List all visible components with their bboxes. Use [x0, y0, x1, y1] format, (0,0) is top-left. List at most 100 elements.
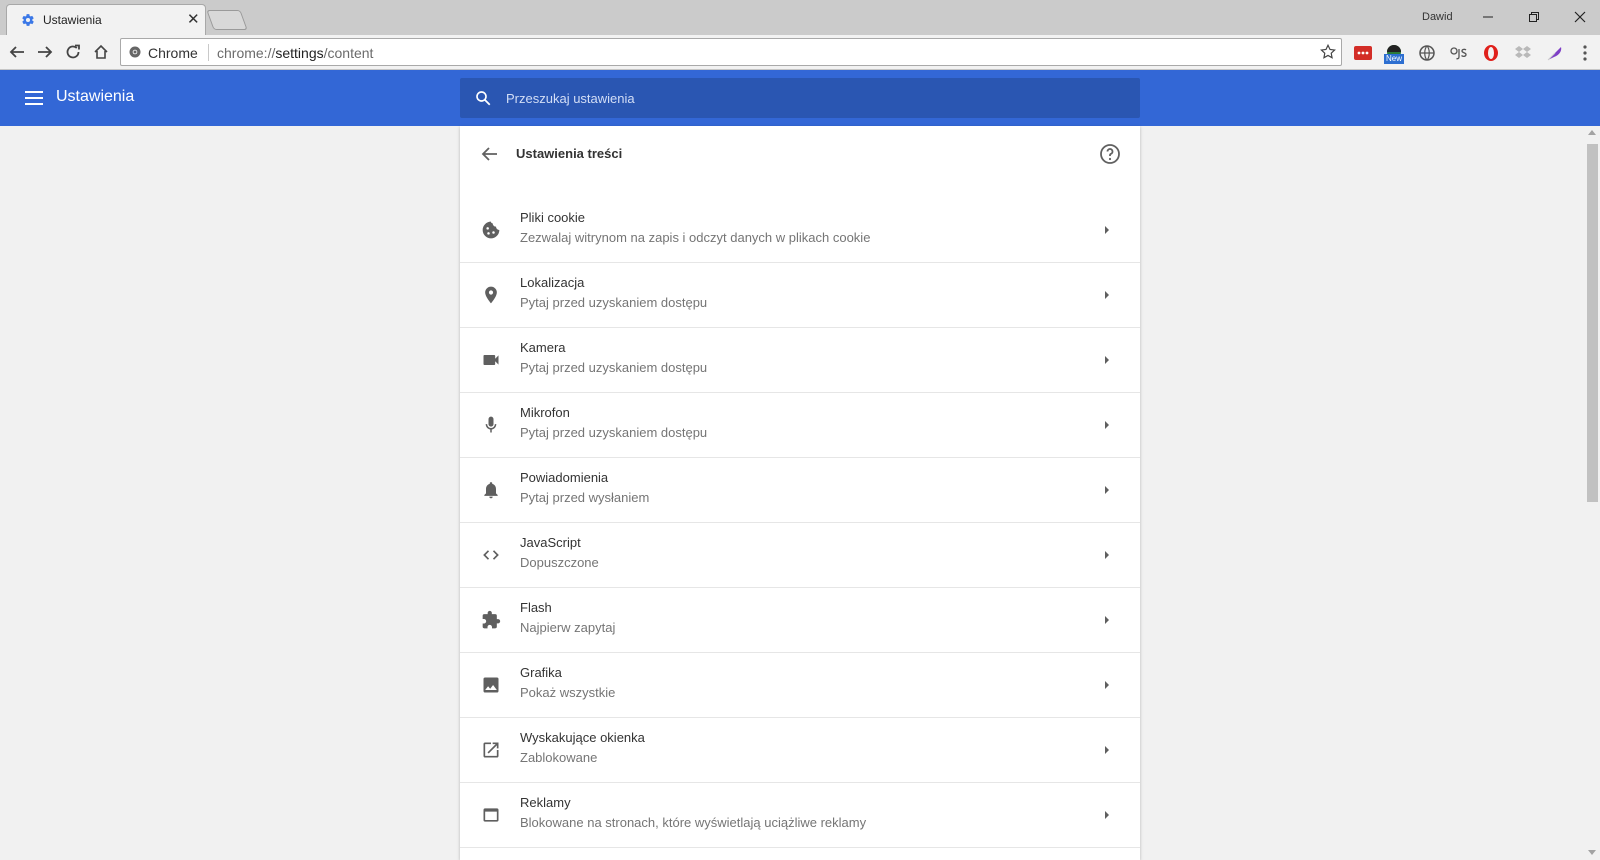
- arrow-right-icon: [1105, 421, 1109, 429]
- reload-button[interactable]: [62, 41, 84, 63]
- home-button[interactable]: [90, 41, 112, 63]
- settings-item-label: Flash: [520, 600, 552, 615]
- bookmark-star-icon[interactable]: [1319, 43, 1337, 61]
- lastpass-icon: [1354, 46, 1372, 60]
- reload-icon: [66, 44, 80, 59]
- extension-feather[interactable]: [1544, 42, 1566, 64]
- feather-icon: [1547, 47, 1562, 61]
- puzzle-icon: [480, 609, 502, 631]
- arrow-right-icon: [1105, 681, 1109, 689]
- tab-settings[interactable]: Ustawienia ✕: [6, 4, 206, 35]
- dropbox-icon: [1515, 46, 1531, 58]
- settings-header: Ustawienia: [0, 70, 1600, 126]
- back-arrow-icon[interactable]: [478, 142, 502, 166]
- close-window-button[interactable]: [1566, 6, 1594, 28]
- arrow-right-icon: [1105, 616, 1109, 624]
- arrow-right-icon: [38, 46, 53, 58]
- scroll-up-arrow[interactable]: [1588, 130, 1596, 135]
- scroll-thumb[interactable]: [1587, 144, 1598, 502]
- scroll-down-arrow[interactable]: [1588, 850, 1596, 855]
- settings-search[interactable]: [460, 78, 1140, 118]
- extension-web[interactable]: [1416, 42, 1438, 64]
- extension-badge: New: [1384, 54, 1405, 64]
- search-icon: [476, 91, 491, 106]
- url-text[interactable]: chrome://settings/content: [217, 45, 373, 61]
- tab-strip: Ustawienia ✕ Dawid: [0, 0, 1600, 35]
- settings-item-microphone[interactable]: Mikrofon Pytaj przed uzyskaniem dostępu: [460, 393, 1140, 458]
- globe-icon: [1419, 45, 1435, 61]
- settings-item-ads[interactable]: Reklamy Blokowane na stronach, które wyś…: [460, 783, 1140, 848]
- extension-new[interactable]: New: [1383, 42, 1405, 64]
- settings-item-label: JavaScript: [520, 535, 581, 550]
- settings-list: Pliki cookie Zezwalaj witrynom na zapis …: [460, 198, 1140, 848]
- close-icon: [1574, 11, 1586, 23]
- cookie-icon: [480, 219, 502, 241]
- settings-item-images[interactable]: Grafika Pokaż wszystkie: [460, 653, 1140, 718]
- arrow-right-icon: [1105, 486, 1109, 494]
- settings-item-javascript[interactable]: JavaScript Dopuszczone: [460, 523, 1140, 588]
- extension-lastpass[interactable]: [1352, 42, 1374, 64]
- minimize-icon: [1483, 16, 1493, 18]
- extension-js[interactable]: [1448, 42, 1470, 64]
- extension-opera[interactable]: [1480, 42, 1502, 64]
- settings-item-camera[interactable]: Kamera Pytaj przed uzyskaniem dostępu: [460, 328, 1140, 393]
- settings-item-label: Grafika: [520, 665, 562, 680]
- settings-item-value: Pytaj przed wysłaniem: [520, 490, 650, 505]
- hamburger-menu-icon[interactable]: [22, 86, 46, 110]
- forward-button[interactable]: [34, 41, 56, 63]
- settings-item-label: Lokalizacja: [520, 275, 585, 290]
- tab-close-icon[interactable]: ✕: [187, 10, 200, 30]
- js-toggle-icon: [1450, 47, 1467, 60]
- help-icon[interactable]: [1098, 142, 1122, 166]
- new-tab-button[interactable]: [206, 10, 248, 30]
- browser-toolbar: Chrome chrome://settings/content New: [0, 35, 1600, 70]
- back-button[interactable]: [6, 41, 28, 63]
- location-pin-icon: [480, 284, 502, 306]
- open-in-new-icon: [480, 739, 502, 761]
- settings-item-label: Mikrofon: [520, 405, 570, 420]
- settings-item-cookies[interactable]: Pliki cookie Zezwalaj witrynom na zapis …: [460, 198, 1140, 263]
- ads-window-icon: [480, 804, 502, 826]
- arrow-right-icon: [1105, 291, 1109, 299]
- gear-icon: [22, 14, 34, 26]
- microphone-icon: [480, 414, 502, 436]
- settings-item-label: Pliki cookie: [520, 210, 586, 225]
- omnibox-separator: [208, 44, 209, 61]
- more-vert-icon: [1583, 45, 1587, 61]
- card-header: Ustawienia treści: [460, 126, 1140, 182]
- camera-icon: [480, 349, 502, 371]
- settings-item-value: Zezwalaj witrynom na zapis i odczyt dany…: [520, 230, 871, 245]
- settings-item-value: Blokowane na stronach, które wyświetlają…: [520, 815, 867, 830]
- settings-item-popups[interactable]: Wyskakujące okienka Zablokowane: [460, 718, 1140, 783]
- settings-item-location[interactable]: Lokalizacja Pytaj przed uzyskaniem dostę…: [460, 263, 1140, 328]
- search-input[interactable]: [506, 78, 1126, 118]
- bell-icon: [480, 479, 502, 501]
- settings-item-label: Reklamy: [520, 795, 571, 810]
- address-bar[interactable]: Chrome chrome://settings/content: [120, 38, 1342, 66]
- arrow-left-icon: [9, 46, 24, 58]
- restore-icon: [1529, 12, 1539, 22]
- site-chip: Chrome: [148, 45, 198, 61]
- content-settings-card: Ustawienia treści Pliki cookie Zezwalaj …: [460, 126, 1140, 860]
- profile-name[interactable]: Dawid: [1422, 11, 1453, 23]
- opera-icon: [1484, 45, 1498, 61]
- settings-item-value: Pytaj przed uzyskaniem dostępu: [520, 360, 708, 375]
- settings-item-label: Kamera: [520, 340, 566, 355]
- arrow-right-icon: [1105, 551, 1109, 559]
- arrow-right-icon: [1105, 226, 1109, 234]
- page-title: Ustawienia treści: [516, 146, 623, 161]
- tab-title: Ustawienia: [43, 13, 102, 27]
- chrome-logo-icon: [129, 46, 141, 58]
- arrow-right-icon: [1105, 811, 1109, 819]
- home-icon: [94, 44, 108, 59]
- page-scrollbar[interactable]: [1584, 126, 1600, 860]
- settings-item-value: Pokaż wszystkie: [520, 685, 616, 700]
- settings-title: Ustawienia: [56, 88, 135, 105]
- chrome-menu-button[interactable]: [1574, 42, 1596, 64]
- extension-dropbox[interactable]: [1512, 42, 1534, 64]
- settings-item-notifications[interactable]: Powiadomienia Pytaj przed wysłaniem: [460, 458, 1140, 523]
- minimize-button[interactable]: [1474, 6, 1502, 28]
- settings-item-flash[interactable]: Flash Najpierw zapytaj: [460, 588, 1140, 653]
- code-icon: [480, 544, 502, 566]
- restore-button[interactable]: [1520, 6, 1548, 28]
